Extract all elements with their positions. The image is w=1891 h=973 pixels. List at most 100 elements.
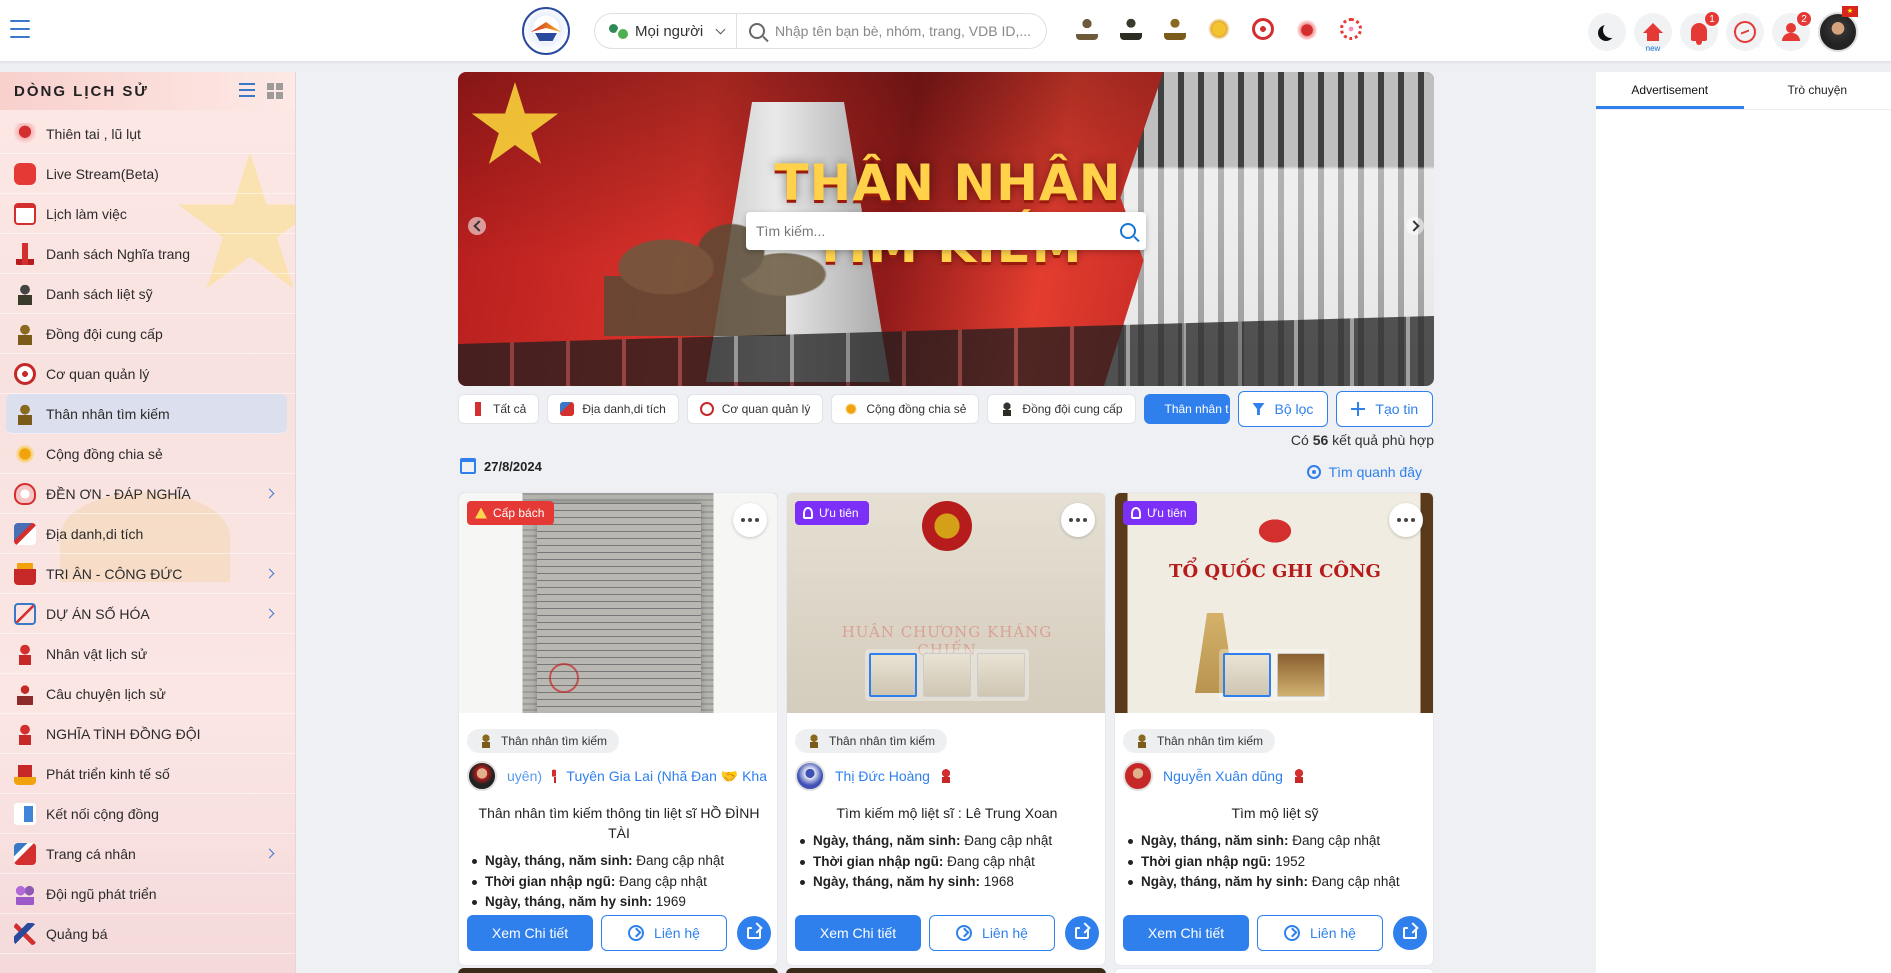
- view-detail-button[interactable]: Xem Chi tiết: [795, 915, 921, 951]
- view-detail-button[interactable]: Xem Chi tiết: [467, 915, 593, 951]
- carousel-prev-icon[interactable]: [468, 217, 486, 235]
- author-name[interactable]: Thị Đức Hoàng: [835, 768, 930, 784]
- more-options-button[interactable]: [1061, 503, 1095, 537]
- sidebar-item[interactable]: NGHĨA TÌNH ĐỒNG ĐỘI: [0, 714, 295, 754]
- carousel-next-icon[interactable]: [1406, 217, 1424, 235]
- sidebar-item[interactable]: Phát triển kinh tế số: [0, 754, 295, 794]
- sidebar-item[interactable]: Trang cá nhân: [0, 834, 295, 874]
- sidebar-item[interactable]: Danh sách Nghĩa trang: [0, 234, 295, 274]
- messages-button[interactable]: [1726, 13, 1764, 51]
- moon-icon: [1603, 22, 1619, 38]
- author-name[interactable]: Tuyên Gia Lai (Nhã Đan 🤝 Kha: [566, 768, 767, 785]
- sidebar-item[interactable]: Cộng đồng chia sẻ: [0, 434, 295, 474]
- thumbnail[interactable]: [1223, 653, 1271, 697]
- friend-requests-button[interactable]: 2: [1772, 11, 1812, 51]
- filter-bar: Tất cả Địa danh,di tích Cơ quan quản lý …: [458, 391, 1434, 427]
- sidebar-item-label: Thiên tai , lũ lụt: [46, 125, 141, 142]
- sidebar-item[interactable]: Lịch làm việc: [0, 194, 295, 234]
- post-image[interactable]: HUÂN CHƯƠNG KHÁNG CHIẾN: [787, 493, 1105, 713]
- contact-button[interactable]: Liên hệ: [601, 915, 727, 951]
- sidebar-item[interactable]: Kết nối cộng đồng: [0, 794, 295, 834]
- sidebar-item[interactable]: Quảng bá: [0, 914, 295, 954]
- filter-chip-relative-search[interactable]: Thân nhân tìm kiếm: [1143, 394, 1230, 424]
- sidebar-item[interactable]: ĐỀN ƠN - ĐÁP NGHĨA: [0, 474, 295, 514]
- nearby-search-button[interactable]: Tìm quanh đây: [1306, 464, 1422, 480]
- post-image[interactable]: TỔ QUỐC GHI CÔNG: [1115, 493, 1433, 713]
- thumbnail[interactable]: [1277, 653, 1325, 697]
- audience-dropdown[interactable]: Mọi người: [594, 13, 737, 49]
- sidebar-item[interactable]: Thiên tai , lũ lụt: [0, 114, 295, 154]
- notifications-button[interactable]: 1: [1680, 11, 1720, 51]
- cemetery-shortcut-icon[interactable]: [1076, 18, 1098, 40]
- more-options-button[interactable]: [733, 503, 767, 537]
- author-avatar[interactable]: [1123, 761, 1153, 791]
- info-enlist: Thời gian nhập ngũ: 1952: [1125, 852, 1425, 873]
- lotus-shortcut-icon[interactable]: [1340, 18, 1362, 40]
- sidebar-item[interactable]: TRI ÂN - CÔNG ĐỨC: [0, 554, 295, 594]
- community-shortcut-icon[interactable]: [1208, 18, 1230, 40]
- filter-chip-agency[interactable]: Cơ quan quản lý: [686, 394, 824, 424]
- user-avatar[interactable]: ★: [1818, 6, 1858, 52]
- filter-chip-community[interactable]: Cộng đồng chia sẻ: [831, 394, 980, 424]
- global-search-input[interactable]: [775, 23, 1035, 39]
- sidebar-item[interactable]: Cơ quan quản lý: [0, 354, 295, 394]
- grid-view-icon[interactable]: [267, 83, 283, 99]
- sidebar-item-label: Lịch làm việc: [46, 205, 127, 222]
- sidebar-item[interactable]: Địa danh,di tích: [0, 514, 295, 554]
- date-header: 27/8/2024: [460, 458, 542, 474]
- sidebar-item[interactable]: Live Stream(Beta): [0, 154, 295, 194]
- banner-search-input[interactable]: [756, 223, 1120, 239]
- filter-button[interactable]: Bộ lọc: [1237, 391, 1329, 427]
- thumbnail[interactable]: [869, 653, 917, 697]
- info-value: Đang cập nhật: [1292, 833, 1381, 848]
- share-button[interactable]: [1065, 916, 1099, 950]
- more-options-button[interactable]: [1389, 503, 1423, 537]
- sidebar-item[interactable]: Câu chuyện lịch sử: [0, 674, 295, 714]
- dark-mode-button[interactable]: [1588, 13, 1626, 51]
- comrade-shortcut-icon[interactable]: [1164, 18, 1186, 40]
- post-image[interactable]: [459, 493, 777, 713]
- share-button[interactable]: [1393, 916, 1427, 950]
- sidebar-item[interactable]: Nhân vật lịch sử: [0, 634, 295, 674]
- list-view-icon[interactable]: [239, 83, 255, 97]
- view-detail-button[interactable]: Xem Chi tiết: [1123, 915, 1249, 951]
- sidebar-item[interactable]: DỰ ÁN SỐ HÓA: [0, 594, 295, 634]
- tab-chat[interactable]: Trò chuyện: [1744, 72, 1891, 109]
- result-number: 56: [1312, 432, 1329, 448]
- thumbnail[interactable]: [977, 653, 1025, 697]
- site-logo[interactable]: [522, 7, 570, 55]
- sidebar-item[interactable]: Danh sách liệt sỹ: [0, 274, 295, 314]
- author-avatar[interactable]: [795, 761, 825, 791]
- search-icon[interactable]: [1120, 223, 1136, 239]
- gratitude-shortcut-icon[interactable]: [1296, 18, 1318, 40]
- relative-search-icon: [1135, 734, 1149, 748]
- filter-chip-landmark[interactable]: Địa danh,di tích: [547, 394, 679, 424]
- people-icon: [609, 24, 630, 41]
- certificate-title: TỔ QUỐC GHI CÔNG: [1169, 561, 1381, 582]
- menu-icon[interactable]: [10, 20, 30, 38]
- share-button[interactable]: [737, 916, 771, 950]
- sidebar-item-label: Thân nhân tìm kiếm: [46, 405, 170, 422]
- thumbnail[interactable]: [923, 653, 971, 697]
- contact-button[interactable]: Liên hệ: [929, 915, 1055, 951]
- sidebar-item[interactable]: Thân nhân tìm kiếm: [6, 394, 287, 434]
- martyr-shortcut-icon[interactable]: [1120, 18, 1142, 40]
- author-name-prefix[interactable]: uyên): [507, 768, 542, 784]
- filter-chip-all[interactable]: Tất cả: [458, 394, 540, 424]
- contact-button[interactable]: Liên hệ: [1257, 915, 1383, 951]
- sidebar-item[interactable]: Đồng đội cung cấp: [0, 314, 295, 354]
- sidebar-item-label: Danh sách liệt sỹ: [46, 285, 153, 302]
- global-search: [737, 13, 1047, 49]
- filter-chip-comrade[interactable]: Đồng đội cung cấp: [987, 394, 1136, 424]
- agency-shortcut-icon[interactable]: [1252, 18, 1274, 40]
- author-avatar[interactable]: [467, 761, 497, 791]
- home-button[interactable]: new: [1634, 13, 1672, 53]
- sidebar-header: DÒNG LỊCH SỬ: [0, 72, 295, 110]
- author-name[interactable]: Nguyễn Xuân dũng: [1163, 768, 1283, 784]
- sidebar-item[interactable]: Đội ngũ phát triển: [0, 874, 295, 914]
- create-post-button[interactable]: Tạo tin: [1336, 391, 1434, 427]
- tab-advertisement[interactable]: Advertisement: [1596, 72, 1744, 109]
- sidebar-item-label: Quảng bá: [46, 925, 108, 942]
- chip-label: Địa danh,di tích: [582, 402, 666, 416]
- info-enlist: Thời gian nhập ngũ: Đang cập nhật: [469, 872, 769, 893]
